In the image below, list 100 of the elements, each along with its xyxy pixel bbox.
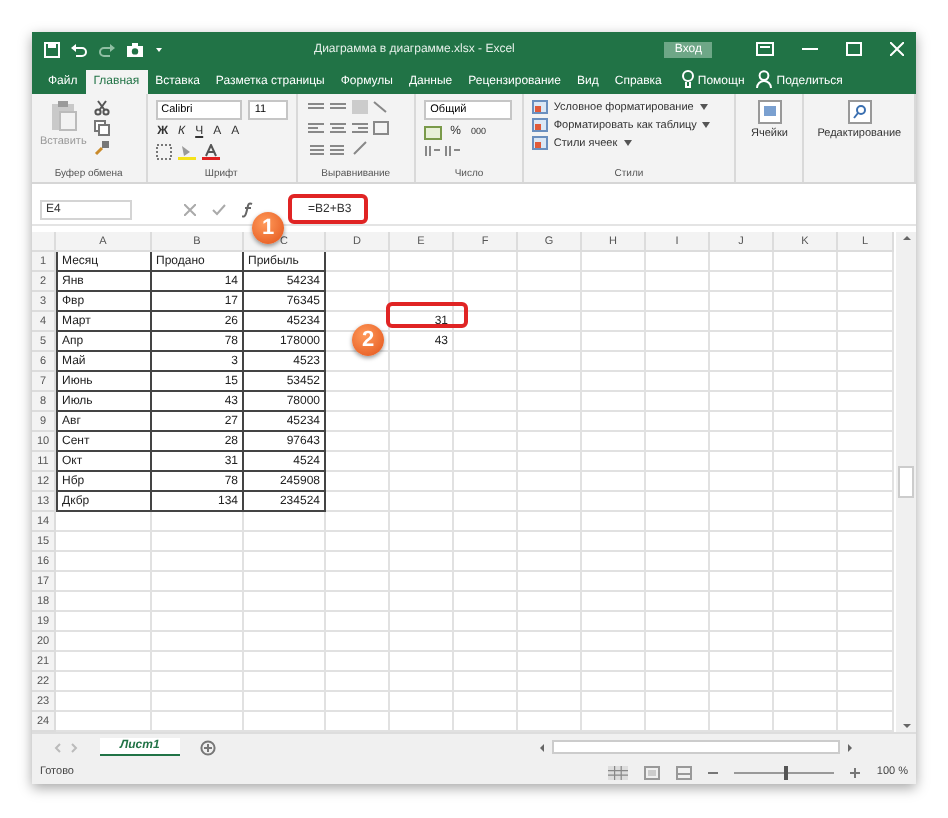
table-cell[interactable] xyxy=(774,632,838,652)
table-cell[interactable] xyxy=(582,272,646,292)
table-cell[interactable] xyxy=(454,592,518,612)
table-cell[interactable] xyxy=(838,592,894,612)
table-cell[interactable] xyxy=(244,612,326,632)
function-icon[interactable] xyxy=(242,202,256,218)
table-cell[interactable] xyxy=(646,292,710,312)
table-cell[interactable] xyxy=(244,692,326,712)
table-cell[interactable] xyxy=(646,592,710,612)
table-cell[interactable] xyxy=(582,472,646,492)
table-cell[interactable] xyxy=(390,272,454,292)
table-cell[interactable] xyxy=(710,632,774,652)
table-cell[interactable] xyxy=(774,372,838,392)
table-cell[interactable] xyxy=(390,432,454,452)
table-cell[interactable] xyxy=(454,452,518,472)
table-cell[interactable] xyxy=(326,652,390,672)
table-cell[interactable] xyxy=(838,312,894,332)
table-cell[interactable] xyxy=(774,292,838,312)
table-cell[interactable] xyxy=(56,552,152,572)
table-cell[interactable] xyxy=(326,512,390,532)
table-cell[interactable] xyxy=(710,492,774,512)
table-cell[interactable] xyxy=(518,372,582,392)
scissors-icon[interactable] xyxy=(94,100,111,116)
table-cell[interactable] xyxy=(582,532,646,552)
table-cell[interactable] xyxy=(326,572,390,592)
table-cell[interactable] xyxy=(454,392,518,412)
search-icon[interactable] xyxy=(847,100,872,124)
table-cell[interactable] xyxy=(518,432,582,452)
table-cell[interactable] xyxy=(838,412,894,432)
table-cell[interactable] xyxy=(646,532,710,552)
close-icon[interactable] xyxy=(890,42,904,56)
table-cell[interactable] xyxy=(326,392,390,412)
caret-icon[interactable] xyxy=(623,140,632,146)
table-cell[interactable] xyxy=(838,572,894,592)
zoom-in-icon[interactable] xyxy=(850,767,861,777)
table-cell[interactable] xyxy=(582,512,646,532)
table-cell[interactable] xyxy=(646,472,710,492)
table-cell[interactable] xyxy=(646,692,710,712)
table-cell[interactable] xyxy=(390,472,454,492)
table-cell[interactable] xyxy=(582,672,646,692)
table-cell[interactable] xyxy=(774,572,838,592)
table-cell[interactable] xyxy=(774,612,838,632)
table-cell[interactable] xyxy=(454,432,518,452)
table-cell[interactable] xyxy=(56,672,152,692)
table-cell[interactable] xyxy=(774,592,838,612)
table-cell[interactable] xyxy=(390,552,454,572)
table-cell[interactable] xyxy=(454,552,518,572)
table-cell[interactable] xyxy=(390,652,454,672)
table-cell[interactable] xyxy=(152,632,244,652)
table-cell[interactable] xyxy=(582,392,646,412)
decimal-icons-drawing[interactable] xyxy=(424,144,465,158)
vertical-scrollbar[interactable] xyxy=(896,232,916,732)
table-cell[interactable] xyxy=(326,612,390,632)
cells-icon[interactable] xyxy=(757,100,782,124)
table-cell[interactable] xyxy=(326,472,390,492)
scroll-right-icon[interactable] xyxy=(843,741,856,753)
page-break-icon[interactable] xyxy=(676,765,693,779)
table-cell[interactable] xyxy=(390,512,454,532)
alignment-icons-drawing[interactable] xyxy=(305,100,390,160)
table-cell[interactable] xyxy=(774,312,838,332)
table-cell[interactable] xyxy=(582,332,646,352)
table-cell[interactable] xyxy=(56,612,152,632)
cancel-icon[interactable] xyxy=(184,204,196,216)
table-cell[interactable] xyxy=(152,652,244,672)
copy-icon[interactable] xyxy=(94,120,111,136)
table-cell[interactable] xyxy=(390,592,454,612)
table-cell[interactable] xyxy=(710,392,774,412)
table-cell[interactable] xyxy=(582,252,646,272)
table-cell[interactable] xyxy=(326,412,390,432)
table-cell[interactable] xyxy=(454,672,518,692)
lightbulb-icon[interactable] xyxy=(681,70,694,88)
table-cell[interactable] xyxy=(326,532,390,552)
table-cell[interactable] xyxy=(582,372,646,392)
table-cell[interactable] xyxy=(56,512,152,532)
table-cell[interactable] xyxy=(646,332,710,352)
table-cell[interactable] xyxy=(244,592,326,612)
table-cell[interactable] xyxy=(390,392,454,412)
table-cell[interactable] xyxy=(390,252,454,272)
table-cell[interactable] xyxy=(838,492,894,512)
table-cell[interactable] xyxy=(518,532,582,552)
table-cell[interactable] xyxy=(774,252,838,272)
table-cell[interactable] xyxy=(774,412,838,432)
table-cell[interactable] xyxy=(518,592,582,612)
table-cell[interactable] xyxy=(152,692,244,712)
scroll-up-icon[interactable] xyxy=(899,232,913,244)
table-cell[interactable] xyxy=(710,592,774,612)
table-cell[interactable] xyxy=(518,352,582,372)
table-cell[interactable] xyxy=(646,252,710,272)
table-cell[interactable] xyxy=(454,252,518,272)
table-cell[interactable] xyxy=(326,432,390,452)
table-cell[interactable] xyxy=(454,292,518,312)
table-cell[interactable] xyxy=(244,572,326,592)
page-layout-icon[interactable] xyxy=(644,765,661,779)
table-cell[interactable] xyxy=(518,332,582,352)
table-cell[interactable] xyxy=(646,512,710,532)
table-cell[interactable] xyxy=(518,252,582,272)
table-cell[interactable] xyxy=(710,612,774,632)
table-cell[interactable] xyxy=(774,392,838,412)
table-cell[interactable] xyxy=(774,692,838,712)
table-cell[interactable] xyxy=(582,632,646,652)
